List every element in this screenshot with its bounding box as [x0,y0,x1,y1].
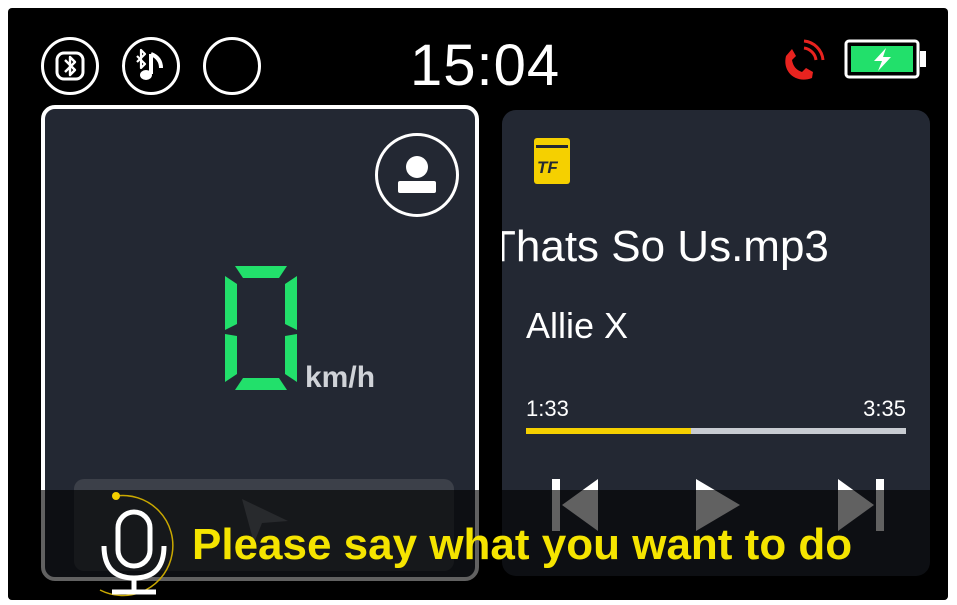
playback-progress-fill [526,428,691,434]
speed-digit: 0 [221,262,301,394]
bluetooth-music-icon[interactable] [122,37,180,95]
user-profile-icon [398,156,436,193]
profile-button[interactable] [375,133,459,217]
tf-card-icon: TF [532,136,572,186]
total-time: 3:35 [863,396,906,421]
phone-signal-icon [782,38,826,84]
voice-prompt-text: Please say what you want to do [192,520,853,569]
tf-source-label: TF [537,158,558,177]
track-title: Thats So Us.mp3 [502,222,829,271]
speed-unit-label: km/h [305,361,376,394]
playback-progress-bar[interactable] [526,428,906,434]
battery-charging-icon [844,39,928,79]
empty-circle-icon[interactable] [203,37,261,95]
voice-assistant-overlay[interactable]: Please say what you want to do [8,490,948,600]
track-title-marquee: Thats So Us.mp3 [502,222,930,282]
clock-display: 15:04 [410,33,561,98]
dashboard-screen: 15:04 km/h TF Thats So Us.mp3 Allie X 1:… [8,8,948,600]
microphone-icon[interactable] [96,508,172,598]
artist-name: Allie X [526,305,629,346]
bluetooth-box-icon[interactable] [41,37,99,95]
elapsed-time: 1:33 [526,396,569,421]
